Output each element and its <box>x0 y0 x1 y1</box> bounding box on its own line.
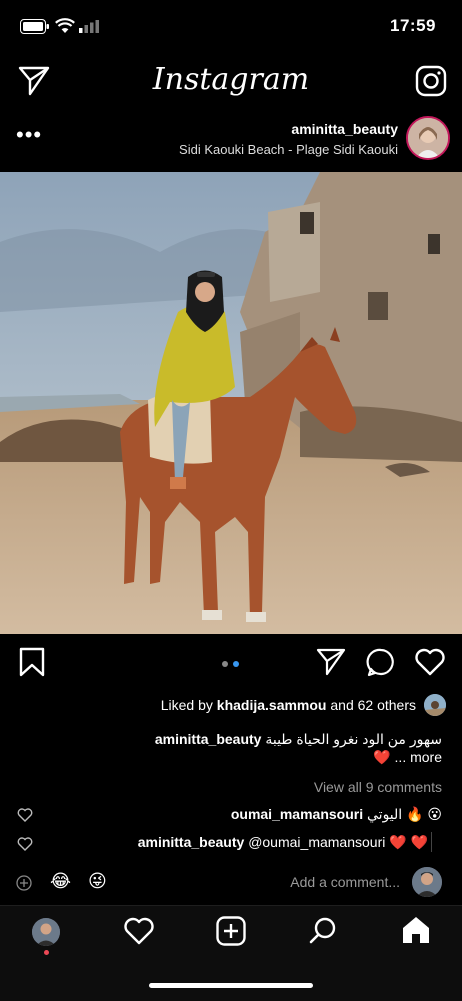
add-emoji-icon[interactable] <box>16 875 32 891</box>
caption-more[interactable]: ❤️ ... more <box>373 749 442 766</box>
post-location[interactable]: Sidi Kaouki Beach - Plage Sidi Kaouki <box>179 142 398 157</box>
comment-text: ﺍﻟﻴﻮﺗﻲ 🔥 😮 <box>367 806 442 822</box>
emoji-quick-reaction[interactable]: 😂 <box>50 871 71 892</box>
carousel-dot <box>222 661 228 667</box>
reply-text: @oumai_mamansouri ❤️ ❤️ <box>248 834 428 850</box>
notification-dot <box>44 950 49 955</box>
wifi-icon <box>55 18 75 34</box>
likes-others[interactable]: and 62 others <box>330 697 416 713</box>
like-heart-icon[interactable] <box>414 648 446 676</box>
caption-username[interactable]: aminitta_beauty <box>155 731 262 747</box>
comment-like-icon[interactable] <box>17 837 33 851</box>
post-username[interactable]: aminitta_beauty <box>291 121 398 137</box>
status-bar: 17:59 <box>0 0 462 52</box>
profile-avatar[interactable] <box>32 918 60 946</box>
new-post-icon[interactable] <box>216 916 246 946</box>
comment-like-icon[interactable] <box>17 808 33 822</box>
view-all-comments[interactable]: View all 9 comments <box>314 779 442 795</box>
liker-username[interactable]: khadija.sammou <box>217 697 327 713</box>
cellular-signal-icon <box>79 20 101 33</box>
caption-text: ﺳﻬﻮﺭ ﻣﻦ ﺍﻟﻮﺩ ﻧﻐﺮﻭ ﺍﻟﺤﻴﺎﺓ ﻃﻴﺒﺔ <box>265 731 442 747</box>
app-header: Instagram <box>0 52 462 110</box>
post-author-avatar[interactable] <box>406 116 450 160</box>
post-action-bar <box>0 640 462 686</box>
current-user-avatar <box>412 867 442 897</box>
emoji-quick-reaction[interactable]: 😜 <box>88 871 107 892</box>
activity-heart-icon[interactable] <box>123 917 155 945</box>
app-logo: Instagram <box>152 62 310 97</box>
liker-avatar[interactable] <box>424 694 446 716</box>
share-icon[interactable] <box>316 648 346 676</box>
reply-thread-line <box>431 832 432 852</box>
add-comment-input[interactable]: Add a comment... <box>290 874 400 890</box>
more-options-icon[interactable]: ••• <box>16 122 42 148</box>
post-photo[interactable] <box>0 172 462 634</box>
home-icon[interactable] <box>401 915 431 945</box>
likes-summary[interactable]: Liked by khadija.sammou and 62 others <box>161 697 416 713</box>
reply-username[interactable]: aminitta_beauty <box>138 834 245 850</box>
post-header: ••• aminitta_beauty Sidi Kaouki Beach - … <box>0 112 462 172</box>
search-icon[interactable] <box>308 916 338 946</box>
carousel-dot-active <box>233 661 239 667</box>
comment-icon[interactable] <box>366 647 396 677</box>
clock-time: 17:59 <box>390 16 436 35</box>
battery-icon <box>20 19 50 34</box>
caption: aminitta_beauty ﺳﻬﻮﺭ ﻣﻦ ﺍﻟﻮﺩ ﻧﻐﺮﻭ ﺍﻟﺤﻴﺎﺓ… <box>155 731 442 748</box>
comment-username[interactable]: oumai_mamansouri <box>231 806 363 822</box>
comment-item: oumai_mamansouri ﺍﻟﻴﻮﺗﻲ 🔥 😮 <box>231 806 442 823</box>
bookmark-icon[interactable] <box>18 646 46 678</box>
camera-icon[interactable] <box>415 65 447 97</box>
home-indicator <box>149 983 313 988</box>
likes-prefix: Liked by <box>160 697 213 713</box>
reply-item: aminitta_beauty @oumai_mamansouri ❤️ ❤️ <box>138 834 428 851</box>
